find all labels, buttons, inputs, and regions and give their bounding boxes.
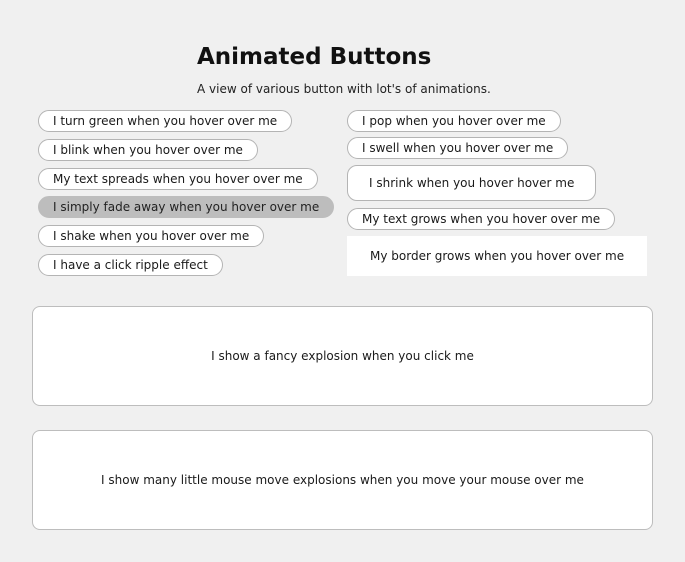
pop-button[interactable]: I pop when you hover over me — [347, 110, 561, 132]
fancy-explosion-label: I show a fancy explosion when you click … — [211, 349, 474, 363]
blink-button[interactable]: I blink when you hover over me — [38, 139, 258, 161]
border-grow-button[interactable]: My border grows when you hover over me — [347, 236, 647, 276]
click-ripple-button[interactable]: I have a click ripple effect — [38, 254, 223, 276]
shrink-button[interactable]: I shrink when you hover hover me — [347, 165, 597, 201]
mouse-move-explosion-label: I show many little mouse move explosions… — [101, 473, 584, 487]
page-subtitle: A view of various button with lot's of a… — [197, 82, 491, 96]
shake-button[interactable]: I shake when you hover over me — [38, 225, 265, 247]
fade-away-button[interactable]: I simply fade away when you hover over m… — [38, 196, 335, 218]
page-title: Animated Buttons — [197, 44, 432, 70]
text-spread-button[interactable]: My text spreads when you hover over me — [38, 168, 318, 190]
turn-green-button[interactable]: I turn green when you hover over me — [38, 110, 293, 132]
swell-button[interactable]: I swell when you hover over me — [347, 137, 569, 159]
animated-buttons-page: Animated Buttons A view of various butto… — [0, 0, 685, 562]
mouse-move-explosion-area[interactable]: I show many little mouse move explosions… — [32, 430, 653, 530]
text-grow-button[interactable]: My text grows when you hover over me — [347, 208, 616, 230]
fancy-explosion-button[interactable]: I show a fancy explosion when you click … — [32, 306, 653, 406]
